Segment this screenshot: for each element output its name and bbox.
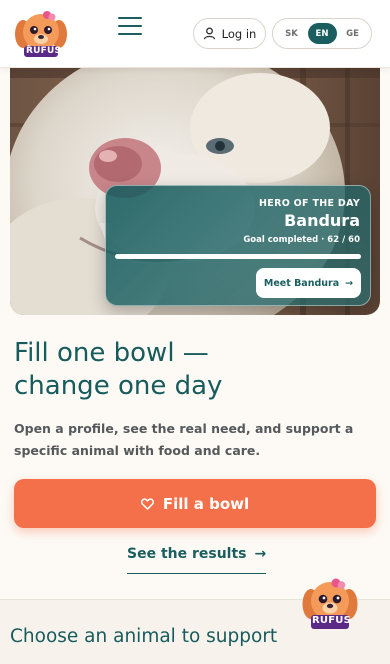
mascot-text: RUFUS (312, 615, 351, 626)
logo-text: RUFUS (26, 46, 62, 56)
hero-banner: HERO OF THE DAY Bandura Goal completed ·… (10, 68, 380, 315)
login-button[interactable]: Log in (193, 18, 266, 49)
login-label: Log in (221, 26, 257, 41)
fill-bowl-label: Fill a bowl (162, 494, 250, 513)
hero-of-the-day-card: HERO OF THE DAY Bandura Goal completed ·… (105, 185, 371, 306)
hero-kicker: HERO OF THE DAY (259, 198, 360, 209)
headline-line-2: change one day (14, 371, 223, 401)
lang-option-en[interactable]: EN (307, 23, 337, 44)
language-switcher: SK EN GE (272, 18, 372, 49)
rufus-logo[interactable]: RUFUS (14, 8, 68, 60)
hamburger-menu-button[interactable] (118, 16, 142, 36)
goal-progress-bar (115, 254, 361, 259)
floating-mascot-button[interactable]: RUFUS (302, 574, 358, 636)
hero-animal-name: Bandura (284, 211, 360, 230)
lang-option-sk[interactable]: SK (277, 23, 306, 44)
user-icon (203, 27, 215, 40)
see-results-link[interactable]: See the results → (127, 546, 267, 574)
heart-outline-icon (140, 497, 154, 510)
goal-progress-fill (115, 254, 361, 259)
arrow-right-icon: → (254, 546, 267, 562)
page-headline: Fill one bowl — change one day (14, 337, 354, 403)
site-header: RUFUS Log in SK EN GE (0, 0, 390, 68)
headline-line-1: Fill one bowl — (14, 338, 209, 368)
lang-option-ge[interactable]: GE (338, 23, 367, 44)
fill-bowl-button[interactable]: Fill a bowl (14, 479, 376, 528)
intro-paragraph: Open a profile, see the real need, and s… (14, 421, 354, 458)
section-title: Choose an animal to support (10, 626, 278, 647)
meet-animal-label: Meet Bandura (263, 277, 340, 289)
goal-status: Goal completed · 62 / 60 (243, 235, 360, 245)
arrow-right-icon: → (345, 277, 354, 289)
see-results-label: See the results (127, 546, 247, 562)
meet-animal-button[interactable]: Meet Bandura → (256, 268, 361, 298)
dog-mascot-icon (302, 578, 358, 629)
